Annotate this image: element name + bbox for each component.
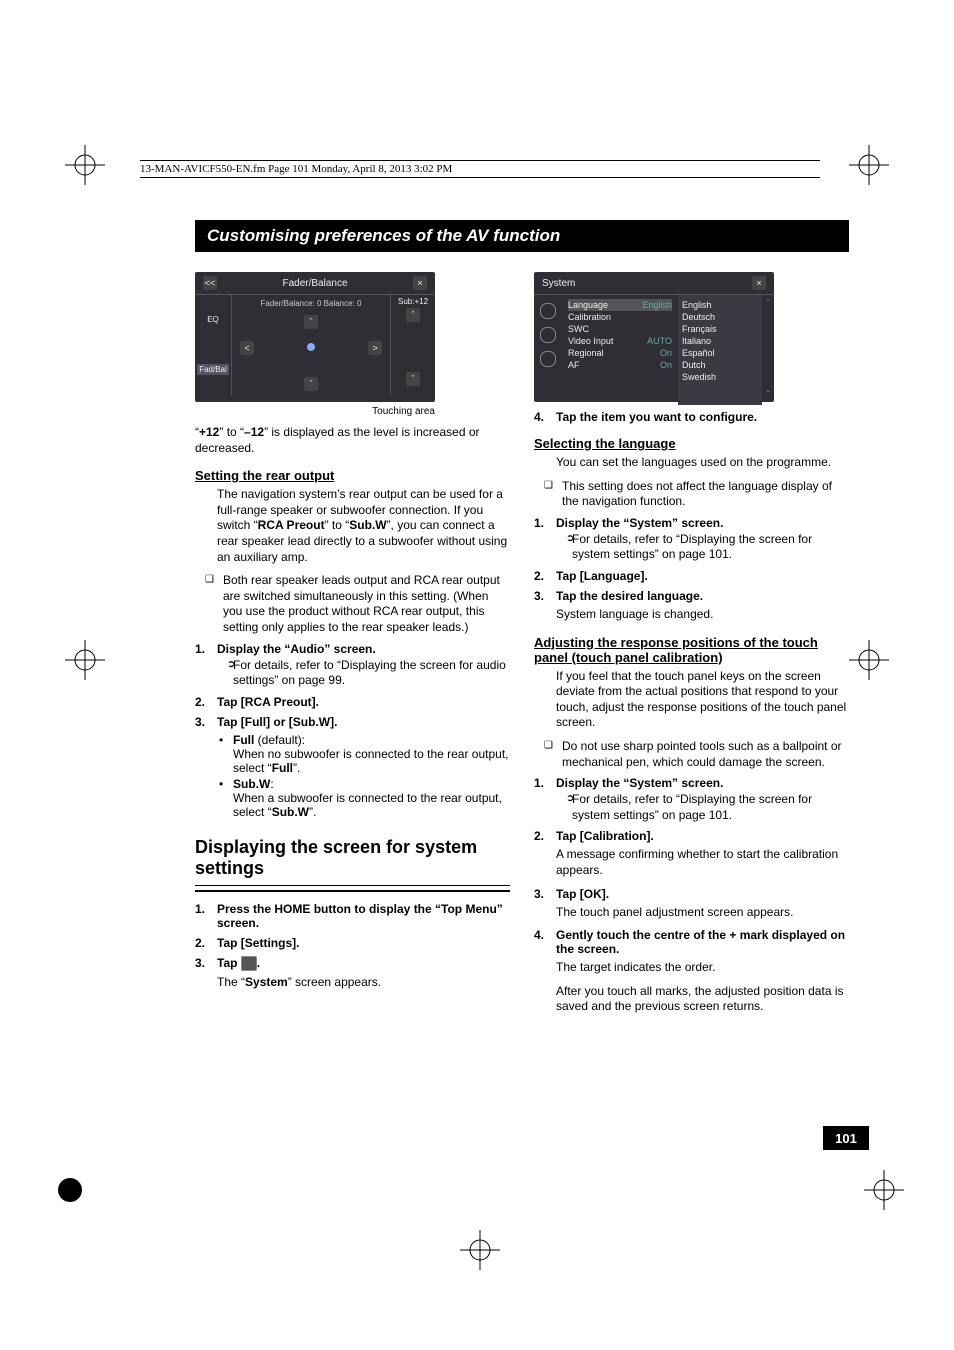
system-list: Language English Calibration SWC Video In…	[562, 295, 678, 405]
lang-step-2: 2.Tap [Language].	[534, 569, 849, 583]
cal-intro: If you feel that the touch panel keys on…	[534, 669, 849, 731]
list-item[interactable]: Calibration	[568, 312, 611, 322]
sys-step3-line: The “System” screen appears.	[217, 975, 510, 991]
heading-rule	[195, 885, 510, 892]
list-item[interactable]: SWC	[568, 324, 589, 334]
cal-step-4: 4.Gently touch the centre of the + mark …	[534, 928, 849, 1015]
settings-icon	[241, 956, 257, 971]
up-icon[interactable]: ˆ	[304, 315, 318, 329]
system-screenshot: System × Language English Calibration SWC	[534, 272, 774, 402]
right-column: System × Language English Calibration SWC	[534, 272, 849, 1023]
lang-step1-sub: For details, refer to “Displaying the sc…	[556, 532, 849, 563]
left-column: << Fader/Balance × EQ Fad/Bal Fader/Bala…	[195, 272, 510, 1023]
scroll-up-icon[interactable]: ˆ	[766, 299, 769, 310]
reg-mark	[864, 1170, 904, 1210]
sys-step-1: 1.Press the HOME button to display the “…	[195, 902, 510, 930]
right-icon[interactable]: >	[368, 341, 382, 355]
reg-mark	[460, 1230, 500, 1270]
cal-step4-line1: The target indicates the order.	[556, 960, 849, 976]
sub-down-icon[interactable]: ˇ	[406, 372, 420, 386]
eq-tab[interactable]: EQ	[207, 315, 219, 324]
lang-note: This setting does not affect the languag…	[534, 479, 849, 510]
back-icon[interactable]: <<	[203, 276, 217, 290]
fader-cursor[interactable]	[307, 343, 315, 351]
rear-step1-sub: For details, refer to “Displaying the sc…	[217, 658, 510, 689]
reg-mark	[65, 145, 105, 185]
cal-step3-line: The touch panel adjustment screen appear…	[556, 905, 849, 921]
cal-step2-line: A message confirming whether to start th…	[556, 847, 849, 878]
left-icon[interactable]: <	[240, 341, 254, 355]
lang-option[interactable]: Italiano	[682, 335, 758, 347]
reg-mark	[65, 640, 105, 680]
sys-step-4: 4.Tap the item you want to configure.	[534, 410, 849, 424]
calibration-heading: Adjusting the response positions of the …	[534, 635, 849, 665]
lang-option[interactable]: English	[682, 299, 758, 311]
down-icon[interactable]: ˇ	[304, 377, 318, 391]
list-item[interactable]: Video Input	[568, 336, 613, 346]
rear-full-option: Full (default): When no subwoofer is con…	[217, 733, 510, 775]
system-settings-heading: Displaying the screen for system setting…	[195, 837, 510, 879]
lang-step-3: 3.Tap the desired language. System langu…	[534, 589, 849, 623]
reg-mark	[849, 640, 889, 680]
fm-header: 13-MAN-AVICF550-EN.fm Page 101 Monday, A…	[140, 160, 820, 178]
fader-readout: Fader/Balance: 0 Balance: 0	[261, 299, 362, 308]
cal-step-3: 3.Tap [OK]. The touch panel adjustment s…	[534, 887, 849, 921]
media-icon[interactable]	[540, 327, 556, 343]
language-popup: English Deutsch Français Italiano Españo…	[678, 295, 762, 405]
rear-output-note: Both rear speaker leads output and RCA r…	[195, 573, 510, 635]
lang-step-1: 1.Display the “System” screen. For detai…	[534, 516, 849, 563]
lang-option[interactable]: Français	[682, 323, 758, 335]
ss-title: Fader/Balance	[282, 278, 347, 289]
rear-output-heading: Setting the rear output	[195, 468, 510, 483]
lang-option[interactable]: Dutch	[682, 359, 758, 371]
reg-mark	[849, 145, 889, 185]
scrollbar[interactable]: ˆ ˇ	[762, 295, 774, 405]
cal-step4-line2: After you touch all marks, the adjusted …	[556, 984, 849, 1015]
ss2-title: System	[542, 278, 575, 289]
fadbal-tab[interactable]: Fad/Bal	[197, 364, 229, 375]
rear-step-1: 1.Display the “Audio” screen. For detail…	[195, 642, 510, 689]
list-item[interactable]: Language	[568, 300, 608, 310]
rear-step-2: 2.Tap [RCA Preout].	[195, 695, 510, 709]
lang-option[interactable]: Español	[682, 347, 758, 359]
fader-balance-screenshot: << Fader/Balance × EQ Fad/Bal Fader/Bala…	[195, 272, 435, 402]
sub-level: Sub:+12	[391, 297, 435, 306]
scroll-down-icon[interactable]: ˇ	[766, 390, 769, 401]
cal-note: Do not use sharp pointed tools such as a…	[534, 739, 849, 770]
page-number: 101	[823, 1126, 869, 1150]
close-icon[interactable]: ×	[752, 276, 766, 290]
rear-step-3: 3.Tap [Full] or [Sub.W]. Full (default):…	[195, 715, 510, 819]
content-area: Customising preferences of the AV functi…	[195, 220, 849, 1023]
cal-step-2: 2.Tap [Calibration]. A message confirmin…	[534, 829, 849, 878]
close-icon[interactable]: ×	[413, 276, 427, 290]
list-item[interactable]: AF	[568, 360, 580, 370]
rear-output-intro: The navigation system’s rear output can …	[195, 487, 510, 565]
gear-icon[interactable]	[540, 351, 556, 367]
sys-step-2: 2.Tap [Settings].	[195, 936, 510, 950]
sub-up-icon[interactable]: ˆ	[406, 308, 420, 322]
list-item[interactable]: Regional	[568, 348, 604, 358]
bluetooth-icon[interactable]	[540, 303, 556, 319]
lang-intro: You can set the languages used on the pr…	[534, 455, 849, 471]
language-heading: Selecting the language	[534, 436, 849, 451]
lang-option[interactable]: Swedish	[682, 371, 758, 383]
lang-step3-line: System language is changed.	[556, 607, 849, 623]
section-title: Customising preferences of the AV functi…	[195, 220, 849, 252]
system-side-tabs[interactable]	[534, 295, 562, 405]
cal-step1-sub: For details, refer to “Displaying the sc…	[556, 792, 849, 823]
manual-page: 13-MAN-AVICF550-EN.fm Page 101 Monday, A…	[0, 0, 954, 1350]
lang-option[interactable]: Deutsch	[682, 311, 758, 323]
list-value: English	[642, 300, 672, 310]
sys-step-3: 3.Tap . The “System” screen appears.	[195, 956, 510, 991]
reg-mark	[50, 1170, 90, 1210]
rear-subw-option: Sub.W: When a subwoofer is connected to …	[217, 777, 510, 819]
fader-level-text: “+12” to “–12” is displayed as the level…	[195, 425, 510, 456]
touching-area-label: Touching area	[195, 406, 435, 417]
cal-step-1: 1.Display the “System” screen. For detai…	[534, 776, 849, 823]
